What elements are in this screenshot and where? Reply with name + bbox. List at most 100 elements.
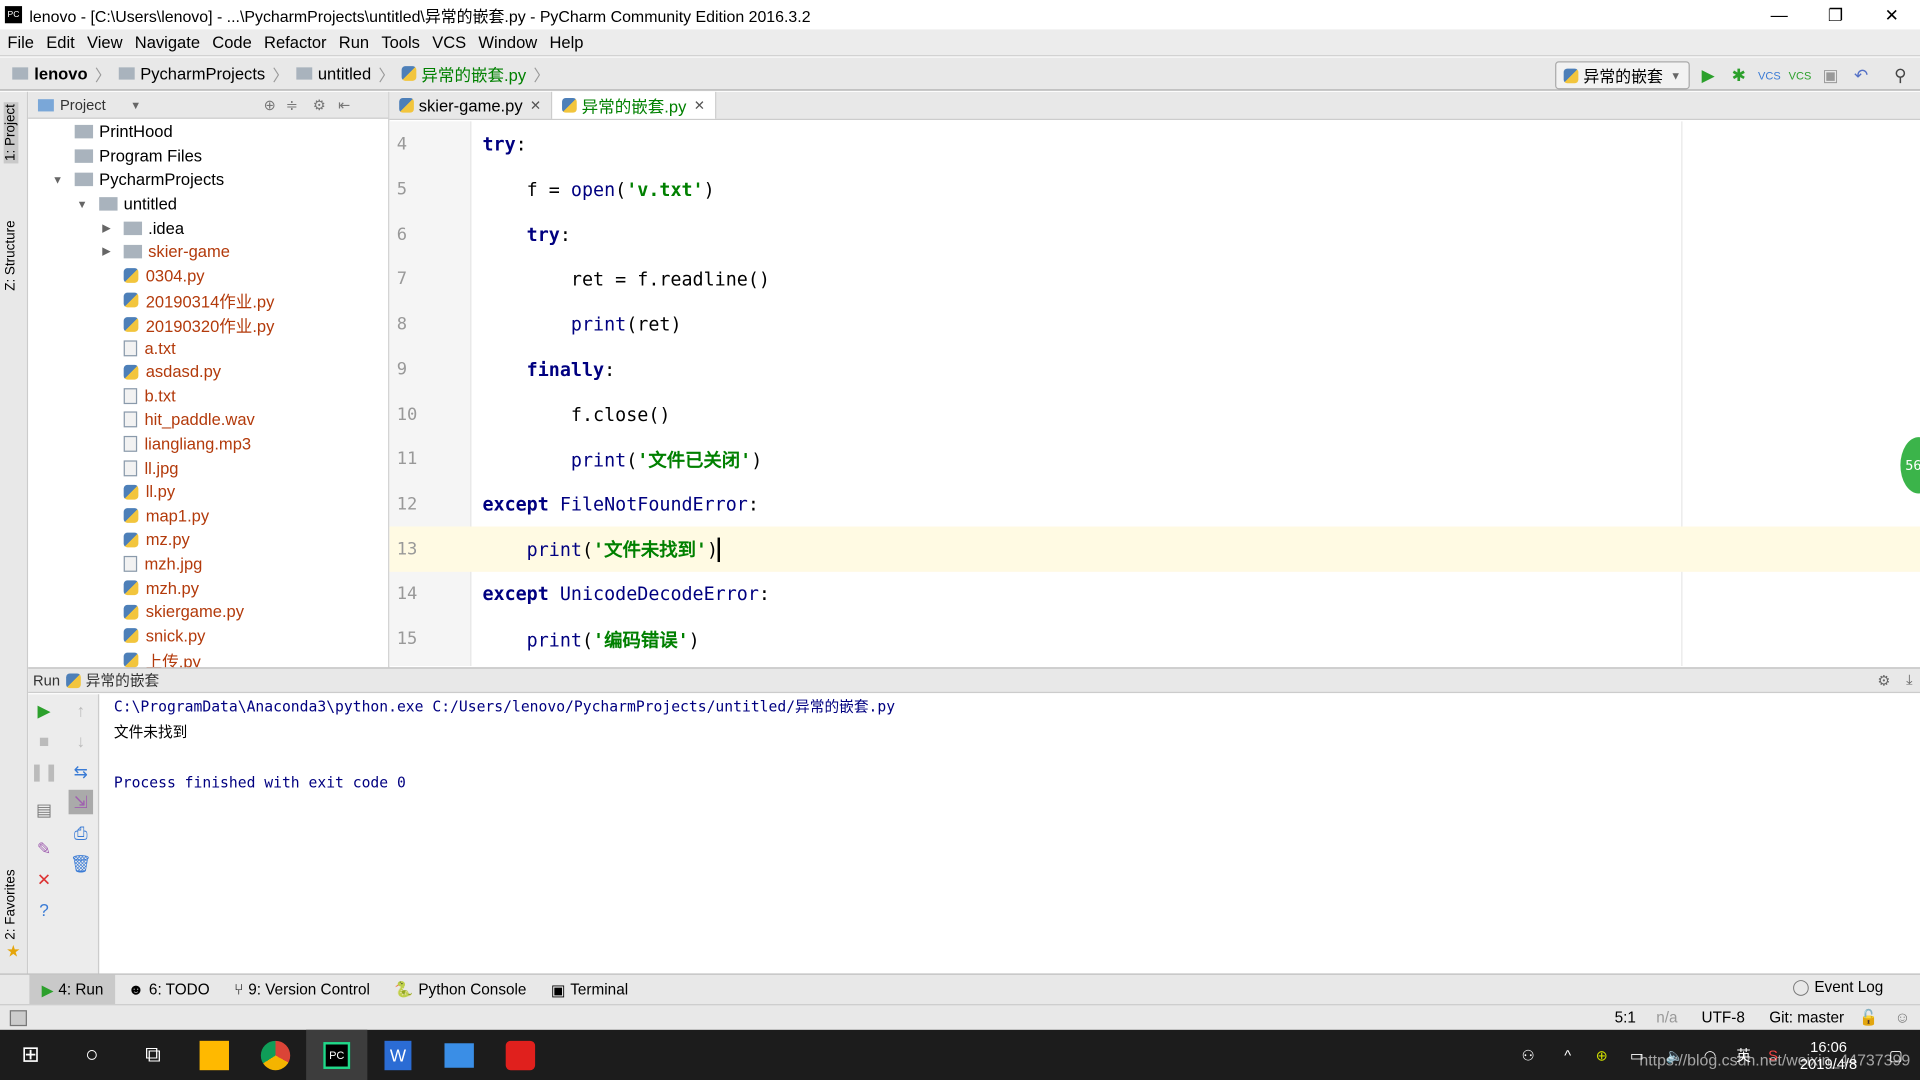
tree-item[interactable]: skiergame.py xyxy=(28,600,388,624)
run-config-select[interactable]: 异常的嵌套 ▼ xyxy=(1555,61,1690,90)
tab-file[interactable]: skier-game.py ✕ xyxy=(389,91,553,119)
tree-item[interactable]: ▼ untitled xyxy=(28,192,388,216)
favorites-tool-tab[interactable]: 2: Favorites xyxy=(4,869,19,939)
netease-music-icon[interactable] xyxy=(490,1030,551,1080)
run-output[interactable]: C:\ProgramData\Anaconda3\python.exe C:/U… xyxy=(114,694,895,794)
history-icon[interactable]: ▣ xyxy=(1818,63,1842,87)
tree-item[interactable]: ll.jpg xyxy=(28,456,388,480)
360-icon[interactable]: ⊕ xyxy=(1596,1046,1608,1063)
minimize-button[interactable]: — xyxy=(1751,0,1807,29)
menu-help[interactable]: Help xyxy=(549,33,583,51)
hide-panel-icon[interactable]: ⤓ xyxy=(1906,671,1913,689)
collapse-icon[interactable]: ≑ xyxy=(286,96,298,113)
menu-vcs[interactable]: VCS xyxy=(432,33,466,51)
locate-icon[interactable]: ⊕ xyxy=(264,96,276,113)
close-tab-icon[interactable]: ✕ xyxy=(530,97,541,114)
project-view-select[interactable]: Project xyxy=(60,96,106,113)
inspector-icon[interactable]: ☺ xyxy=(1895,1009,1911,1026)
expanded-arrow-icon[interactable]: ▼ xyxy=(50,174,65,186)
git-branch-select[interactable]: Git: master xyxy=(1769,1009,1844,1026)
print-icon[interactable]: ⎙ xyxy=(69,820,93,844)
encoding-select[interactable]: UTF-8 xyxy=(1702,1009,1745,1026)
tree-item[interactable]: ▶ .idea xyxy=(28,216,388,240)
windows-start-icon[interactable]: ⊞ xyxy=(0,1030,61,1080)
cortana-icon[interactable]: ○ xyxy=(61,1030,122,1080)
tool-tab-version-control[interactable]: ⑂ 9: Version Control xyxy=(222,975,382,1004)
tree-item[interactable]: mz.py xyxy=(28,528,388,552)
breadcrumb-untitled[interactable]: untitled xyxy=(295,64,371,83)
debug-icon[interactable]: ✱ xyxy=(1727,63,1751,87)
clear-trash-icon[interactable]: 🗑 xyxy=(69,851,93,875)
down-arrow-icon[interactable]: ↓ xyxy=(69,729,93,753)
event-log-button[interactable]: ◯ Event Log xyxy=(1792,977,1883,996)
run-icon[interactable]: ▶ xyxy=(1696,63,1720,87)
structure-tool-tab[interactable]: Z: Structure xyxy=(4,220,19,290)
rerun-icon[interactable]: ▶ xyxy=(32,698,56,722)
tree-item[interactable]: Program Files xyxy=(28,144,388,168)
lock-icon[interactable]: 🔓 xyxy=(1859,1008,1878,1026)
tree-item[interactable]: a.txt xyxy=(28,336,388,360)
hide-icon[interactable]: ⇤ xyxy=(338,96,350,113)
task-view-icon[interactable]: ⧉ xyxy=(122,1030,183,1080)
close-icon[interactable]: ✕ xyxy=(32,867,56,891)
menu-navigate[interactable]: Navigate xyxy=(135,33,200,51)
tree-item[interactable]: map1.py xyxy=(28,504,388,528)
help-icon[interactable]: ? xyxy=(32,898,56,922)
tree-item[interactable]: ▼ PycharmProjects xyxy=(28,168,388,192)
vcs-commit-icon[interactable]: VCS xyxy=(1788,63,1812,87)
tool-tab-todo[interactable]: ☻ 6: TODO xyxy=(116,975,222,1004)
tree-item[interactable]: 20190314作业.py xyxy=(28,288,388,312)
people-icon[interactable]: ⚇ xyxy=(1522,1046,1535,1063)
remote-desktop-icon[interactable] xyxy=(429,1030,490,1080)
settings-icon[interactable]: ⚙ xyxy=(1877,672,1890,689)
scroll-to-end-icon[interactable]: ⇲ xyxy=(68,789,94,815)
tree-item[interactable]: snick.py xyxy=(28,624,388,648)
tree-item[interactable]: ▶ skier-game xyxy=(28,240,388,264)
up-arrow-icon[interactable]: ↑ xyxy=(69,698,93,722)
revert-icon[interactable]: ↶ xyxy=(1849,63,1873,87)
breadcrumb-pycharmprojects[interactable]: PycharmProjects xyxy=(118,64,265,83)
tree-item[interactable]: mzh.py xyxy=(28,576,388,600)
tree-item[interactable]: 0304.py xyxy=(28,264,388,288)
breadcrumb-lenovo[interactable]: lenovo xyxy=(12,64,88,83)
breadcrumb-file[interactable]: 异常的嵌套.py xyxy=(401,61,526,85)
vcs-update-icon[interactable]: VCS xyxy=(1757,63,1781,87)
close-tab-icon[interactable]: ✕ xyxy=(694,97,705,114)
soft-wrap-icon[interactable]: ⇆ xyxy=(69,759,93,783)
menu-code[interactable]: Code xyxy=(212,33,252,51)
settings-icon[interactable]: ⚙ xyxy=(313,96,326,113)
menu-edit[interactable]: Edit xyxy=(46,33,74,51)
project-tool-tab[interactable]: 1: Project xyxy=(3,101,19,164)
tool-tab-run[interactable]: ▶ 4: Run xyxy=(29,974,116,1005)
expanded-arrow-icon[interactable]: ▼ xyxy=(75,198,90,210)
tree-item[interactable]: mzh.jpg xyxy=(28,552,388,576)
menu-file[interactable]: File xyxy=(7,33,34,51)
wps-icon[interactable]: W xyxy=(367,1030,428,1080)
menu-run[interactable]: Run xyxy=(339,33,369,51)
tool-tab-python-console[interactable]: 🐍 Python Console xyxy=(382,975,539,1004)
layout-icon[interactable]: ▤ xyxy=(32,797,56,821)
show-hidden-icons[interactable]: ^ xyxy=(1564,1046,1571,1063)
menu-tools[interactable]: Tools xyxy=(381,33,420,51)
line-separator[interactable]: n/a xyxy=(1656,1009,1677,1026)
menu-refactor[interactable]: Refactor xyxy=(264,33,326,51)
menu-window[interactable]: Window xyxy=(478,33,537,51)
pycharm-taskbar-icon[interactable]: PC xyxy=(306,1029,368,1080)
chrome-icon[interactable] xyxy=(245,1030,306,1080)
collapsed-arrow-icon[interactable]: ▶ xyxy=(99,245,114,258)
tree-item[interactable]: liangliang.mp3 xyxy=(28,432,388,456)
menu-view[interactable]: View xyxy=(87,33,123,51)
pin-icon[interactable]: ✎ xyxy=(32,836,56,860)
tab-file[interactable]: 异常的嵌套.py ✕ xyxy=(552,91,717,119)
tree-item[interactable]: PrintHood xyxy=(28,120,388,144)
restore-button[interactable]: ❐ xyxy=(1807,0,1863,29)
tree-item[interactable]: hit_paddle.wav xyxy=(28,408,388,432)
close-button[interactable]: ✕ xyxy=(1864,0,1920,29)
caret-position[interactable]: 5:1 xyxy=(1615,1009,1636,1026)
tree-item[interactable]: asdasd.py xyxy=(28,360,388,384)
tree-item[interactable]: b.txt xyxy=(28,384,388,408)
toggle-tool-windows-icon[interactable] xyxy=(9,1009,27,1026)
collapsed-arrow-icon[interactable]: ▶ xyxy=(99,221,114,234)
tree-item[interactable]: 20190320作业.py xyxy=(28,312,388,336)
qq-icon[interactable] xyxy=(184,1030,245,1080)
